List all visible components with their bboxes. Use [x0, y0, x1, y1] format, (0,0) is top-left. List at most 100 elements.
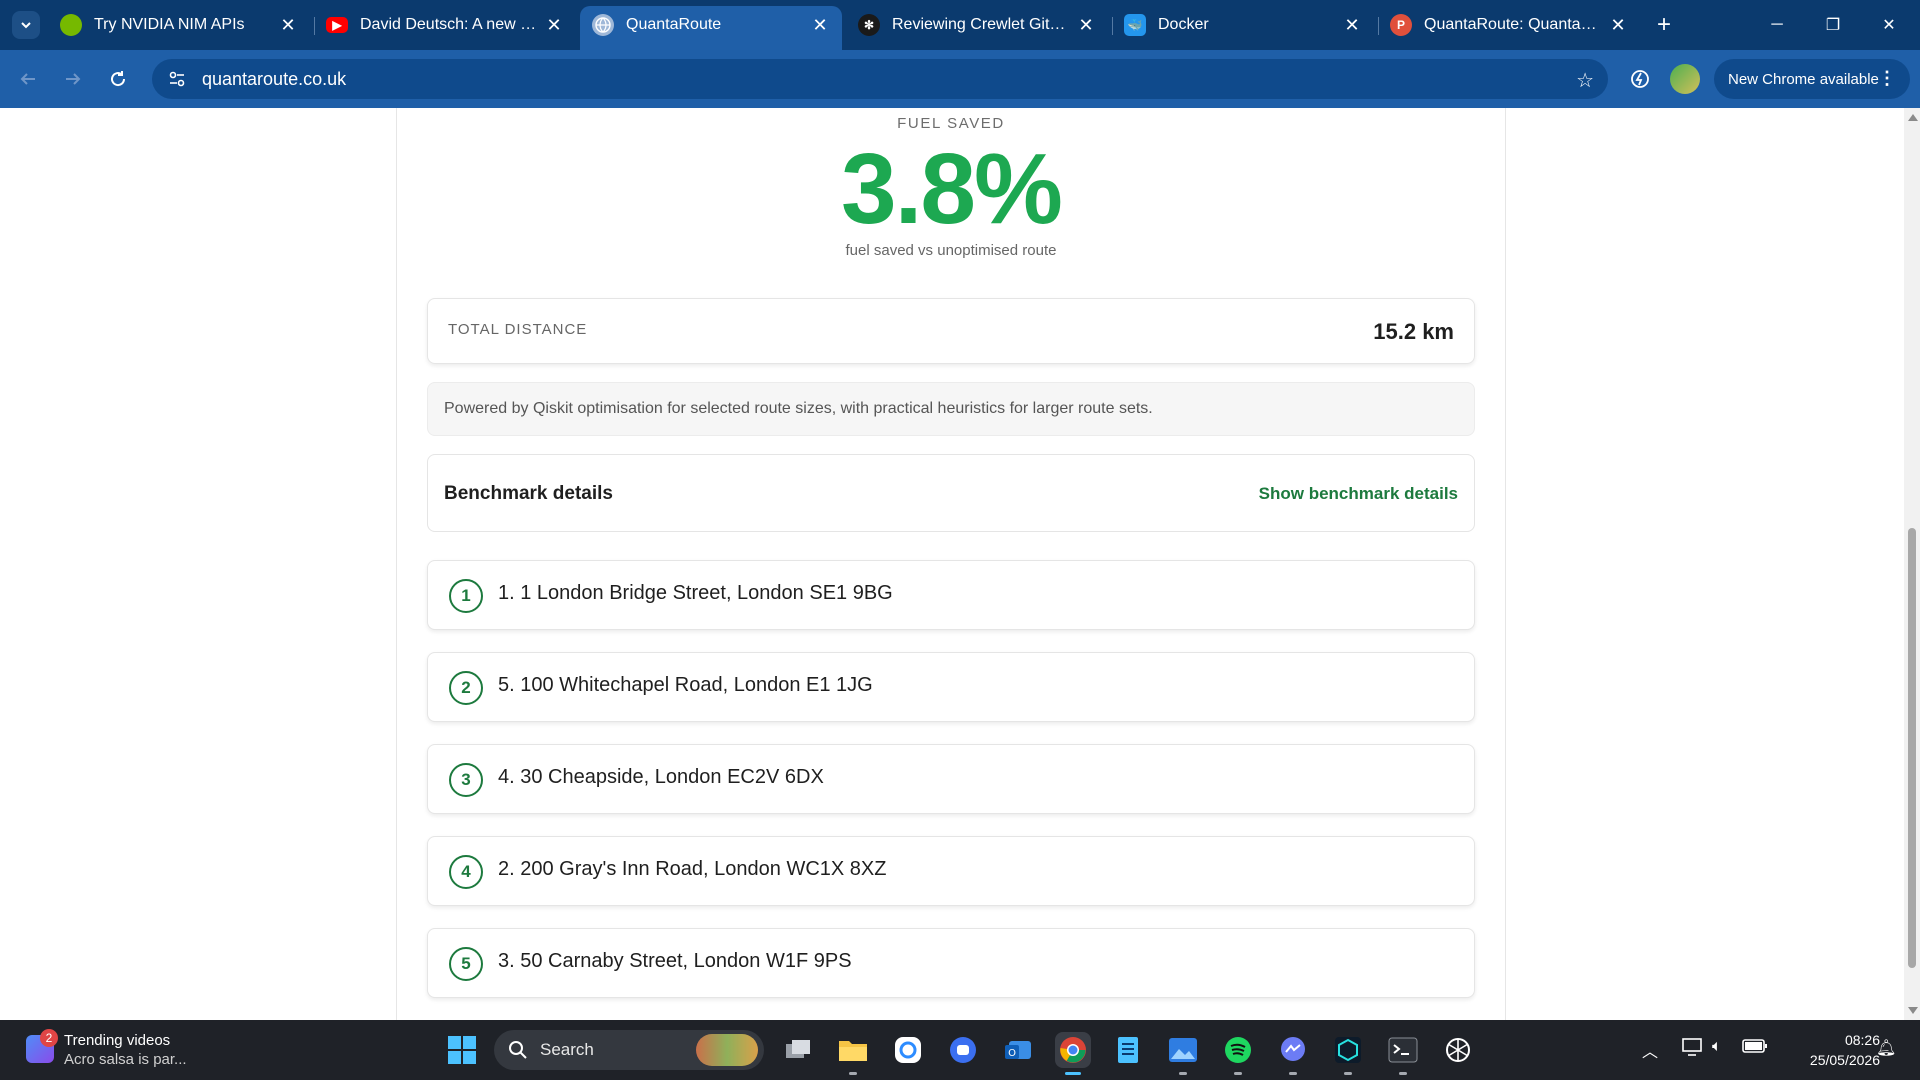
close-icon[interactable]: ✕ [1342, 15, 1362, 35]
tab-youtube[interactable]: ▶ David Deutsch: A new way ✕ [314, 6, 576, 44]
chevron-down-icon [21, 22, 31, 29]
fuel-saved-subtitle: fuel saved vs unoptimised route [845, 242, 1057, 259]
stop-address: 3. 50 Carnaby Street, London W1F 9PS [498, 950, 852, 972]
minimize-button[interactable]: ─ [1754, 8, 1800, 42]
forward-button[interactable] [57, 63, 89, 95]
tab-docker[interactable]: 🐳 Docker ✕ [1112, 6, 1374, 44]
network-icon[interactable] [1682, 1038, 1704, 1061]
page-viewport: FUEL SAVED 3.8% fuel saved vs unoptimise… [0, 108, 1920, 1020]
close-icon[interactable]: ✕ [810, 15, 830, 35]
windows-taskbar: 2 Trending videos Acro salsa is par... S… [0, 1020, 1920, 1080]
address-bar[interactable]: quantaroute.co.uk ☆ [152, 59, 1608, 99]
scroll-up-arrow-icon[interactable] [1908, 114, 1918, 121]
back-button[interactable] [12, 63, 44, 95]
close-icon[interactable]: ✕ [278, 15, 298, 35]
results-card: FUEL SAVED 3.8% fuel saved vs unoptimise… [396, 108, 1506, 1020]
docker-icon: 🐳 [1124, 14, 1146, 36]
scroll-down-arrow-icon[interactable] [1908, 1007, 1918, 1014]
search-icon [509, 1041, 527, 1059]
taskbar-search[interactable]: Search [494, 1030, 764, 1070]
tab-title: Try NVIDIA NIM APIs [94, 16, 245, 33]
zoom-app-icon[interactable] [890, 1032, 926, 1068]
youtube-icon: ▶ [326, 17, 348, 33]
profile-avatar[interactable] [1670, 64, 1700, 94]
notifications-bell-icon[interactable]: 🔔︎ [1876, 1038, 1896, 1058]
tab-title: QuantaRoute [626, 16, 722, 33]
stop-number-badge: 2 [449, 671, 483, 705]
crewlet-icon: ✻ [858, 14, 880, 36]
page-scrollbar[interactable] [1904, 108, 1920, 1020]
nvidia-icon [60, 14, 82, 36]
menu-dots-icon[interactable]: ⋮ [1878, 68, 1896, 89]
chrome-update-button[interactable]: New Chrome available ⋮ [1714, 59, 1910, 99]
performance-icon[interactable] [1625, 64, 1655, 94]
total-distance-card: TOTAL DISTANCE 15.2 km [427, 298, 1475, 364]
volume-icon[interactable]: 🔈︎ [1712, 1038, 1722, 1056]
route-stop: 3 4. 30 Cheapside, London EC2V 6DX [427, 744, 1475, 814]
route-stop: 4 2. 200 Gray's Inn Road, London WC1X 8X… [427, 836, 1475, 906]
chrome-icon[interactable] [1055, 1032, 1091, 1075]
clock-time: 08:26 [1844, 1032, 1880, 1048]
close-icon[interactable]: ✕ [1608, 15, 1628, 35]
widget-subtitle: Acro salsa is par... [64, 1051, 187, 1068]
show-benchmark-details-button[interactable]: Show benchmark details [1259, 484, 1458, 504]
tab-title: Docker [1158, 16, 1209, 33]
stop-address: 1. 1 London Bridge Street, London SE1 9B… [498, 582, 893, 604]
spotify-icon[interactable] [1220, 1032, 1256, 1075]
close-icon[interactable]: ✕ [544, 15, 564, 35]
messenger-icon[interactable] [1275, 1032, 1311, 1075]
widget-title: Trending videos [64, 1032, 171, 1049]
arrow-right-icon [66, 73, 81, 85]
start-button[interactable] [446, 1034, 478, 1066]
update-label: New Chrome available [1728, 70, 1879, 88]
task-view-icon[interactable] [780, 1032, 816, 1068]
stop-address: 2. 200 Gray's Inn Road, London WC1X 8XZ [498, 858, 887, 880]
tab-title: David Deutsch: A new way [360, 16, 544, 33]
site-info-icon[interactable] [158, 63, 196, 95]
chevron-up-icon[interactable]: ︿ [1642, 1038, 1658, 1062]
close-icon[interactable]: ✕ [1076, 15, 1096, 35]
cursor-app-icon[interactable] [1330, 1032, 1366, 1075]
p-icon: P [1390, 14, 1412, 36]
total-distance-value: 15.2 km [1373, 319, 1454, 344]
photos-icon[interactable] [1165, 1032, 1201, 1075]
restore-button[interactable]: ❐ [1810, 8, 1856, 42]
route-stop: 2 5. 100 Whitechapel Road, London E1 1JG [427, 652, 1475, 722]
optimisation-note: Powered by Qiskit optimisation for selec… [427, 382, 1475, 436]
stop-number-badge: 5 [449, 947, 483, 981]
url-text: quantaroute.co.uk [202, 68, 347, 89]
tab-title: QuantaRoute: QuantaRoute [1424, 16, 1608, 33]
scroll-thumb[interactable] [1908, 528, 1916, 968]
window-close-button[interactable]: ✕ [1866, 8, 1912, 42]
tab-quantaroute-active[interactable]: QuantaRoute ✕ [580, 6, 842, 50]
battery-icon[interactable] [1742, 1038, 1768, 1059]
stop-address: 4. 30 Cheapside, London EC2V 6DX [498, 766, 824, 788]
tab-title: Reviewing Crewlet GitHub [892, 16, 1076, 33]
chatgpt-icon[interactable] [1440, 1032, 1476, 1068]
tab-search-button[interactable] [12, 11, 40, 39]
outlook-icon[interactable]: O [1000, 1032, 1036, 1068]
windows-logo-icon [448, 1036, 476, 1064]
widgets-button[interactable]: 2 Trending videos Acro salsa is par... [24, 1029, 224, 1071]
arrow-left-icon [20, 73, 35, 85]
reload-button[interactable] [102, 63, 134, 95]
svg-text:O: O [1008, 1048, 1016, 1059]
tab-crewlet[interactable]: ✻ Reviewing Crewlet GitHub ✕ [846, 6, 1108, 44]
new-tab-button[interactable]: + [1650, 11, 1678, 39]
stop-address: 5. 100 Whitechapel Road, London E1 1JG [498, 674, 873, 696]
stop-number-badge: 4 [449, 855, 483, 889]
file-explorer-icon[interactable] [835, 1032, 871, 1075]
search-label: Search [540, 1040, 594, 1059]
terminal-icon[interactable] [1385, 1032, 1421, 1075]
bookmark-star-icon[interactable]: ☆ [1576, 68, 1594, 93]
notepad-icon[interactable] [1110, 1032, 1146, 1068]
total-distance-label: TOTAL DISTANCE [448, 321, 588, 338]
browser-toolbar: quantaroute.co.uk ☆ New Chrome available… [0, 50, 1920, 108]
tab-quantaroute-p[interactable]: P QuantaRoute: QuantaRoute ✕ [1378, 6, 1640, 44]
stop-number-badge: 3 [449, 763, 483, 797]
clock-date: 25/05/2026 [1809, 1052, 1880, 1068]
reload-icon [111, 71, 126, 87]
chat-app-icon[interactable] [945, 1032, 981, 1068]
tab-nvidia[interactable]: Try NVIDIA NIM APIs ✕ [48, 6, 310, 44]
system-clock[interactable]: 08:26 25/05/2026 [1780, 1030, 1880, 1070]
